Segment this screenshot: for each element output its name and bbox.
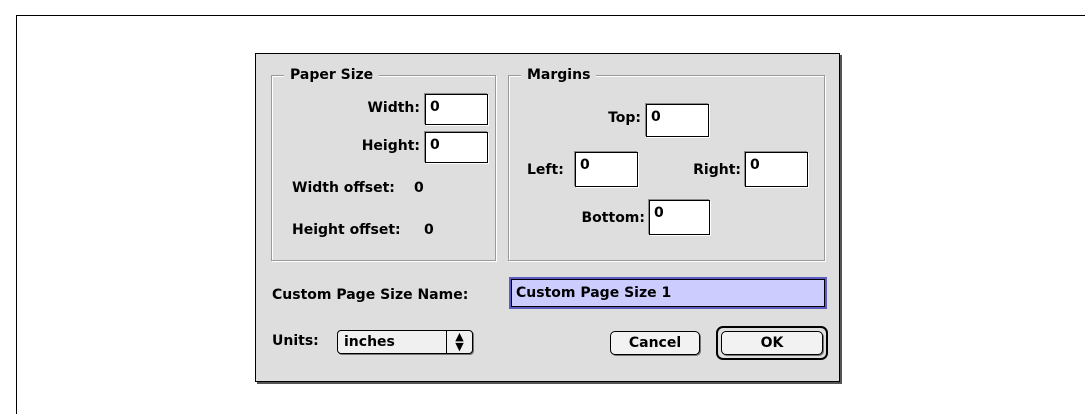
units-selected-value: inches	[344, 334, 395, 350]
custom-page-size-name-field[interactable]: Custom Page Size 1	[511, 279, 825, 307]
height-field[interactable]: 0	[425, 132, 488, 163]
up-down-arrows-icon: ▲ ▼	[446, 331, 472, 353]
ok-button[interactable]: OK	[721, 331, 823, 355]
height-offset-label: Height offset:	[292, 222, 401, 238]
top-label: Top:	[608, 110, 641, 126]
custom-page-size-name-label: Custom Page Size Name:	[272, 287, 469, 303]
bottom-label: Bottom:	[581, 210, 645, 226]
paper-size-group: Paper Size Width: 0 Height: 0 Width offs…	[271, 66, 496, 261]
units-select[interactable]: inches ▲ ▼	[337, 330, 473, 354]
bottom-margin-field[interactable]: 0	[649, 200, 710, 235]
margins-group: Margins Top: 0 Left: 0 Right: 0 Bottom: …	[508, 66, 825, 261]
width-field[interactable]: 0	[425, 94, 488, 125]
paper-size-title: Paper Size	[284, 66, 380, 84]
width-offset-value: 0	[414, 180, 424, 196]
height-label: Height:	[361, 138, 420, 154]
width-offset-label: Width offset:	[292, 180, 395, 196]
units-label: Units:	[272, 333, 319, 349]
right-label: Right:	[693, 162, 741, 178]
cancel-button[interactable]: Cancel	[610, 331, 700, 355]
height-offset-value: 0	[424, 222, 434, 238]
top-margin-field[interactable]: 0	[646, 104, 709, 137]
margins-title: Margins	[521, 66, 597, 84]
custom-page-size-dialog: Paper Size Width: 0 Height: 0 Width offs…	[255, 53, 840, 382]
width-label: Width:	[367, 100, 420, 116]
right-margin-field[interactable]: 0	[745, 152, 808, 187]
left-margin-field[interactable]: 0	[575, 152, 638, 187]
left-label: Left:	[527, 162, 564, 178]
